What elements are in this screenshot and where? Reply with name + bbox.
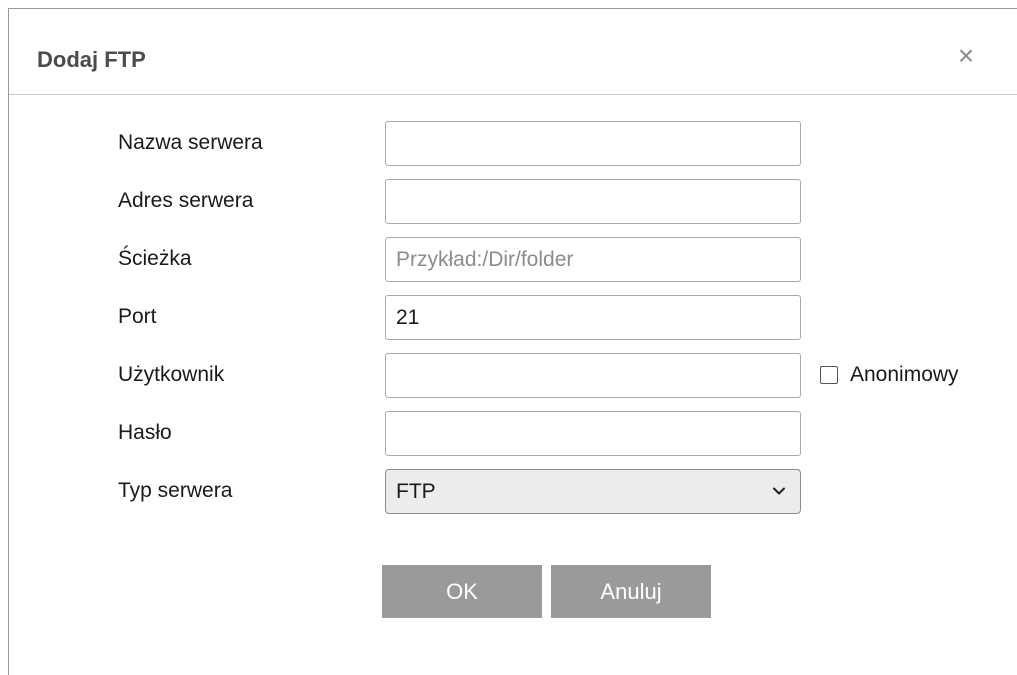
chevron-down-icon xyxy=(773,487,785,495)
port-input[interactable] xyxy=(385,295,801,340)
close-icon[interactable]: × xyxy=(951,41,981,71)
dialog-title: Dodaj FTP xyxy=(37,47,146,72)
server-type-label: Typ serwera xyxy=(118,479,233,502)
anonymous-checkbox[interactable] xyxy=(820,366,838,384)
path-label: Ścieżka xyxy=(118,247,192,270)
ok-button[interactable]: OK xyxy=(382,565,542,618)
server-address-input[interactable] xyxy=(385,179,801,224)
server-name-row: Nazwa serwera xyxy=(9,121,1017,169)
port-label: Port xyxy=(118,305,157,328)
server-name-input[interactable] xyxy=(385,121,801,166)
add-ftp-dialog: Dodaj FTP × Nazwa serwera Adres serwera … xyxy=(8,8,1017,675)
path-input[interactable] xyxy=(385,237,801,282)
password-row: Hasło xyxy=(9,411,1017,459)
password-input[interactable] xyxy=(385,411,801,456)
user-row: Użytkownik Anonimowy xyxy=(9,353,1017,401)
server-name-label: Nazwa serwera xyxy=(118,131,263,154)
server-type-row: Typ serwera FTP xyxy=(9,469,1017,517)
port-row: Port xyxy=(9,295,1017,343)
user-label: Użytkownik xyxy=(118,363,225,386)
anonymous-label: Anonimowy xyxy=(850,363,959,386)
cancel-button[interactable]: Anuluj xyxy=(551,565,711,618)
user-input[interactable] xyxy=(385,353,801,398)
password-label: Hasło xyxy=(118,421,172,444)
server-address-row: Adres serwera xyxy=(9,179,1017,227)
dialog-header: Dodaj FTP × xyxy=(9,9,1017,95)
server-type-select[interactable]: FTP xyxy=(385,469,801,514)
path-row: Ścieżka xyxy=(9,237,1017,285)
server-address-label: Adres serwera xyxy=(118,189,254,212)
server-type-value: FTP xyxy=(396,480,436,503)
